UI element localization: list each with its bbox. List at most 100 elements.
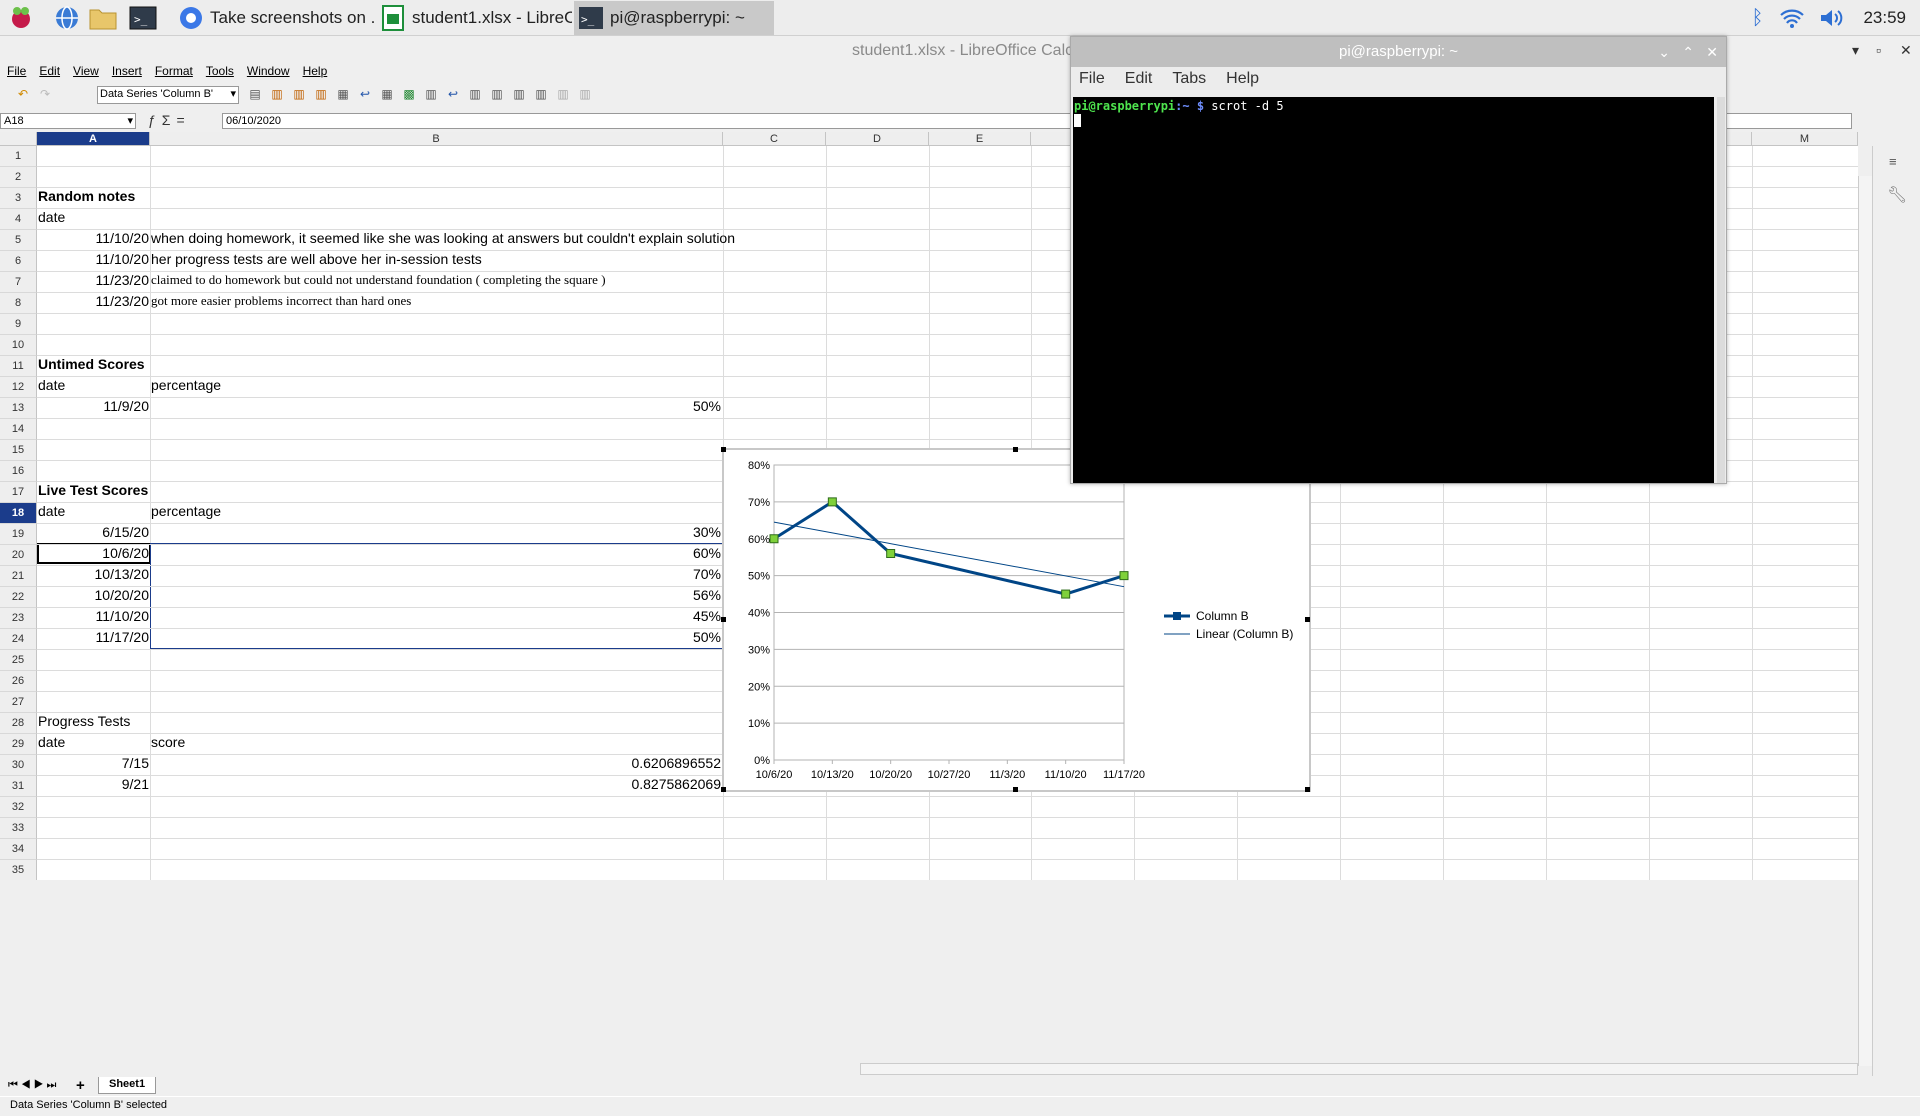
row-header-22[interactable]: 22	[0, 587, 37, 608]
row-header-7[interactable]: 7	[0, 272, 37, 293]
row-header-29[interactable]: 29	[0, 734, 37, 755]
row-header-28[interactable]: 28	[0, 713, 37, 734]
maximize-icon[interactable]: ▫	[1876, 42, 1881, 58]
chevron-down-icon[interactable]: ⌄	[1658, 37, 1670, 67]
chevron-up-icon[interactable]: ⌃	[1682, 37, 1694, 67]
terminal-scrollbar[interactable]	[1717, 97, 1725, 483]
terminal-menu-edit[interactable]: Edit	[1125, 70, 1153, 88]
chart-wall-icon[interactable]: ▥	[290, 86, 308, 102]
function-wizard-icon[interactable]: ƒ	[148, 112, 156, 128]
browser-launcher-icon[interactable]	[52, 3, 82, 33]
data-table-icon[interactable]: ▦	[334, 86, 352, 102]
menu-view[interactable]: View	[66, 64, 105, 82]
row-header-33[interactable]: 33	[0, 818, 37, 839]
cell-a4[interactable]: 11/10/20	[38, 249, 149, 269]
line-chart[interactable]: 0% 10% 20% 30% 40% 50% 60% 70% 80% 10/6/20 10/13/2…	[721, 447, 1311, 792]
row-header-30[interactable]: 30	[0, 755, 37, 776]
resize-handle[interactable]	[1013, 447, 1018, 452]
row-header-10[interactable]: 10	[0, 335, 37, 356]
cell-a5[interactable]: 11/23/20	[38, 270, 149, 290]
cell-b11[interactable]: 50%	[151, 396, 721, 416]
terminal-launcher-icon[interactable]: >_	[128, 3, 158, 33]
cell-a26[interactable]: Progress Tests	[38, 711, 130, 731]
row-header-3[interactable]: 3	[0, 188, 37, 209]
cell-b16[interactable]: percentage	[151, 501, 221, 521]
cell-b5[interactable]: claimed to do homework but could not und…	[151, 270, 606, 290]
cell-a17[interactable]: 6/15/20	[38, 522, 149, 542]
properties-icon[interactable]: ≡	[1889, 154, 1920, 169]
cell-a10[interactable]: date	[38, 375, 65, 395]
format-selection-icon[interactable]: ▤	[246, 86, 264, 102]
column-header-d[interactable]: D	[826, 132, 929, 146]
row-header-2[interactable]: 2	[0, 167, 37, 188]
resize-handle[interactable]	[1305, 787, 1310, 792]
wifi-icon[interactable]	[1779, 7, 1805, 29]
row-header-31[interactable]: 31	[0, 776, 37, 797]
cell-b18[interactable]: 60%	[151, 543, 721, 563]
bluetooth-icon[interactable]: ᛒ	[1751, 7, 1763, 30]
corner-select-all[interactable]	[0, 132, 37, 146]
terminal-menu-help[interactable]: Help	[1226, 70, 1259, 88]
cell-a22[interactable]: 11/17/20	[38, 627, 149, 647]
chart-area-icon[interactable]: ▥	[312, 86, 330, 102]
insert-legend-icon[interactable]: ▥	[576, 86, 594, 102]
row-header-4[interactable]: 4	[0, 209, 37, 230]
row-header-20[interactable]: 20	[0, 545, 37, 566]
raspberry-menu-icon[interactable]	[6, 3, 36, 33]
resize-handle[interactable]	[1013, 787, 1018, 792]
cell-a15[interactable]: Live Test Scores	[38, 480, 148, 500]
sum-icon[interactable]: Σ	[162, 112, 171, 128]
row-header-23[interactable]: 23	[0, 608, 37, 629]
cell-b3[interactable]: when doing homework, it seemed like she …	[151, 228, 735, 248]
cell-b28[interactable]: 0.6206896552	[151, 753, 721, 773]
close-icon[interactable]: ✕	[1900, 42, 1912, 59]
cell-a28[interactable]: 7/15	[38, 753, 149, 773]
row-header-1[interactable]: 1	[0, 146, 37, 167]
cell-b21[interactable]: 45%	[151, 606, 721, 626]
row-header-26[interactable]: 26	[0, 671, 37, 692]
file-manager-icon[interactable]	[88, 3, 118, 33]
column-header-m[interactable]: M	[1752, 132, 1858, 146]
cell-b4[interactable]: her progress tests are well above her in…	[151, 249, 482, 269]
row-header-21[interactable]: 21	[0, 566, 37, 587]
chart-type-icon[interactable]: ▥	[268, 86, 286, 102]
legend-icon[interactable]: ▩	[400, 86, 418, 102]
cell-a20[interactable]: 10/20/20	[38, 585, 150, 605]
close-icon[interactable]: ✕	[1706, 37, 1718, 67]
bar-chart-icon[interactable]: ▥	[466, 86, 484, 102]
cell-a27[interactable]: date	[38, 732, 65, 752]
cell-b22[interactable]: 50%	[151, 627, 721, 647]
resize-handle[interactable]	[721, 787, 726, 792]
name-box[interactable]: A18 ▾	[0, 113, 136, 129]
row-header-15[interactable]: 15	[0, 440, 37, 461]
row-header-27[interactable]: 27	[0, 692, 37, 713]
row-header-19[interactable]: 19	[0, 524, 37, 545]
row-header-25[interactable]: 25	[0, 650, 37, 671]
row-header-8[interactable]: 8	[0, 293, 37, 314]
row-header-16[interactable]: 16	[0, 461, 37, 482]
cell-b29[interactable]: 0.8275862069	[151, 774, 721, 794]
menu-edit[interactable]: Edit	[32, 64, 66, 82]
cell-a9[interactable]: Untimed Scores	[38, 354, 145, 374]
cell-a2[interactable]: date	[38, 207, 65, 227]
cell-a21[interactable]: 11/10/20	[38, 606, 149, 626]
cell-b27[interactable]: score	[151, 732, 185, 752]
clock[interactable]: 23:59	[1863, 8, 1906, 28]
column-header-a[interactable]: A	[37, 132, 150, 146]
undo-icon[interactable]: ↶	[14, 86, 32, 102]
terminal-screen[interactable]: pi@raspberrypi:~ $ scrot -d 5	[1073, 97, 1714, 483]
resize-handle[interactable]	[1305, 617, 1310, 622]
cell-b20[interactable]: 56%	[151, 585, 721, 605]
cell-a1[interactable]: Random notes	[38, 186, 135, 206]
menu-window[interactable]: Window	[240, 64, 296, 82]
menu-file[interactable]: File	[0, 64, 32, 82]
cell-b6[interactable]: got more easier problems incorrect than …	[151, 291, 411, 311]
volume-icon[interactable]	[1819, 7, 1845, 29]
rotate-icon[interactable]: ↩	[356, 86, 374, 102]
chart-element-select[interactable]: Data Series 'Column B' ▾	[97, 86, 239, 104]
column-header-b[interactable]: B	[150, 132, 723, 146]
cell-a6[interactable]: 11/23/20	[38, 291, 149, 311]
row-header-34[interactable]: 34	[0, 839, 37, 860]
cell-b17[interactable]: 30%	[151, 522, 721, 542]
axis-icon[interactable]: ▥	[422, 86, 440, 102]
